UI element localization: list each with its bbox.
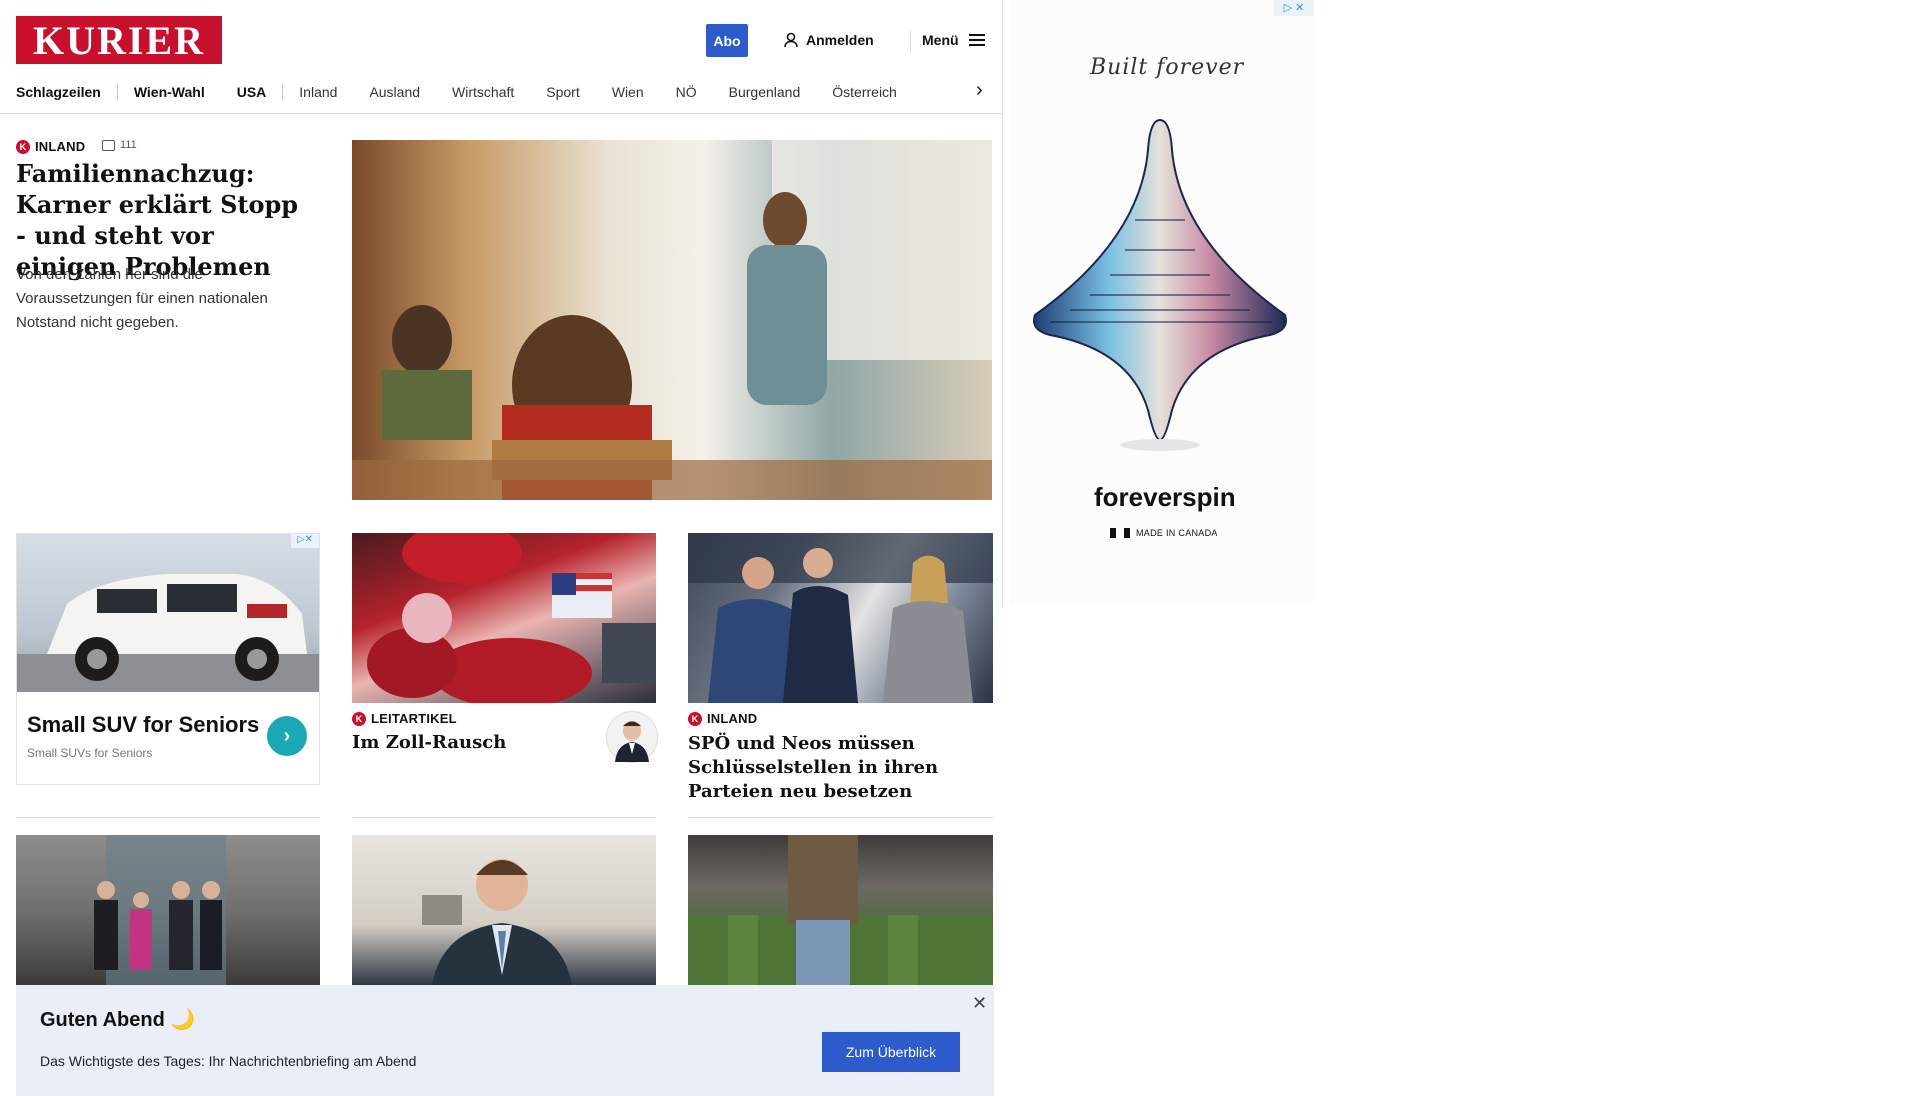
author-avatar bbox=[606, 711, 658, 763]
spinning-top-graphic bbox=[1033, 118, 1287, 451]
ad-choices-icon[interactable]: ▷✕ bbox=[291, 534, 319, 548]
author-portrait bbox=[615, 721, 649, 762]
nav-separator bbox=[116, 84, 118, 100]
lead-summary: Von den Zahlen her sind die Voraussetzun… bbox=[16, 266, 268, 331]
fashion-show-photo bbox=[688, 835, 993, 985]
suv-photo bbox=[17, 574, 319, 692]
kurier-k-icon: K bbox=[688, 711, 702, 726]
sponsored-image[interactable] bbox=[17, 534, 319, 692]
menu-button[interactable]: Menü bbox=[922, 30, 985, 50]
card-category-label: INLAND bbox=[707, 711, 758, 726]
row-divider bbox=[16, 817, 320, 818]
card-headline-zoll[interactable]: Im Zoll-Rausch bbox=[352, 732, 506, 753]
ad-made-in-label: MADE IN CANADA bbox=[1136, 528, 1218, 538]
ad-brand-name[interactable]: foreverspin bbox=[1094, 482, 1236, 513]
lead-category-label: INLAND bbox=[35, 139, 86, 154]
header-divider-line bbox=[0, 113, 1002, 114]
kurier-logo[interactable]: KURIER bbox=[16, 16, 222, 64]
card-headline-spoe-neos[interactable]: SPÖ und Neos müssen Schlüsselstellen in … bbox=[688, 732, 988, 804]
ad-script-text: Built forever bbox=[1090, 55, 1245, 80]
sponsored-card[interactable]: ▷✕ Small SUV for Seniors Small SUVs for … bbox=[16, 533, 320, 785]
row-divider bbox=[688, 817, 993, 818]
close-icon[interactable]: ✕ bbox=[972, 993, 987, 1014]
hamburger-icon bbox=[968, 34, 985, 46]
menu-label: Menü bbox=[922, 32, 959, 48]
politicians-walking-photo bbox=[94, 835, 226, 985]
zum-ueberblick-button[interactable]: Zum Überblick bbox=[822, 1032, 960, 1072]
article-image-row2-2[interactable] bbox=[352, 835, 656, 985]
main-nav: Schlagzeilen Wien-Wahl USA Inland Auslan… bbox=[16, 80, 996, 104]
maga-caps-photo bbox=[367, 533, 656, 703]
nav-item-noe[interactable]: NÖ bbox=[676, 84, 697, 100]
nav-item-ausland[interactable]: Ausland bbox=[369, 84, 420, 100]
row-divider bbox=[352, 817, 656, 818]
classroom-photo bbox=[352, 140, 992, 500]
evening-briefing-banner: Guten Abend 🌙 Das Wichtigste des Tages: … bbox=[16, 985, 994, 1096]
ad-made-in: MADE IN CANADA bbox=[1110, 528, 1218, 538]
banner-title: Guten Abend 🌙 bbox=[40, 1009, 196, 1031]
chevron-right-icon[interactable]: › bbox=[267, 716, 307, 756]
article-image-spoe-neos[interactable] bbox=[688, 533, 993, 703]
card-category-label: LEITARTIKEL bbox=[371, 711, 457, 726]
user-icon bbox=[784, 32, 798, 48]
sponsored-subtitle: Small SUVs for Seniors bbox=[27, 746, 153, 760]
kurier-k-icon: K bbox=[352, 711, 366, 726]
login-button[interactable]: Anmelden bbox=[784, 30, 874, 50]
nav-item-wien-wahl[interactable]: Wien-Wahl bbox=[134, 84, 205, 100]
card-category-leitartikel[interactable]: K LEITARTIKEL bbox=[352, 711, 457, 726]
canada-flag-icon bbox=[1110, 528, 1130, 538]
content-ad-divider bbox=[1002, 0, 1003, 606]
article-image-row2-3[interactable] bbox=[688, 835, 993, 985]
nav-item-sport[interactable]: Sport bbox=[546, 84, 579, 100]
lead-image[interactable] bbox=[352, 140, 992, 500]
nav-separator bbox=[282, 84, 284, 100]
card-category-inland[interactable]: K INLAND bbox=[688, 711, 757, 726]
nav-item-schlagzeilen[interactable]: Schlagzeilen bbox=[16, 84, 101, 100]
login-label: Anmelden bbox=[806, 32, 874, 48]
kurier-k-icon: K bbox=[16, 139, 30, 154]
header-divider bbox=[910, 30, 911, 52]
ad-choices-icon[interactable]: ▷ ✕ bbox=[1274, 0, 1314, 16]
article-image-row2-1[interactable] bbox=[16, 835, 320, 985]
article-image-zoll[interactable] bbox=[352, 533, 656, 703]
nav-item-usa[interactable]: USA bbox=[237, 84, 267, 100]
nav-item-wirtschaft[interactable]: Wirtschaft bbox=[452, 84, 514, 100]
man-portrait-photo bbox=[422, 859, 572, 985]
abo-button[interactable]: Abo bbox=[706, 24, 748, 57]
nav-item-inland[interactable]: Inland bbox=[299, 84, 337, 100]
lead-category[interactable]: K INLAND bbox=[16, 139, 85, 154]
nav-item-burgenland[interactable]: Burgenland bbox=[729, 84, 801, 100]
comment-icon bbox=[102, 139, 115, 151]
banner-text: Das Wichtigste des Tages: Ihr Nachrichte… bbox=[40, 1053, 417, 1069]
sponsored-title[interactable]: Small SUV for Seniors bbox=[27, 712, 259, 738]
lead-comment-number: 111 bbox=[120, 139, 137, 151]
nav-item-wien[interactable]: Wien bbox=[612, 84, 644, 100]
nav-item-oesterreich[interactable]: Österreich bbox=[832, 84, 897, 100]
side-advertisement[interactable] bbox=[1010, 0, 1313, 606]
handshake-photo bbox=[688, 533, 993, 703]
lead-comment-count[interactable]: 111 bbox=[102, 139, 137, 151]
chevron-right-icon[interactable]: › bbox=[976, 80, 983, 100]
